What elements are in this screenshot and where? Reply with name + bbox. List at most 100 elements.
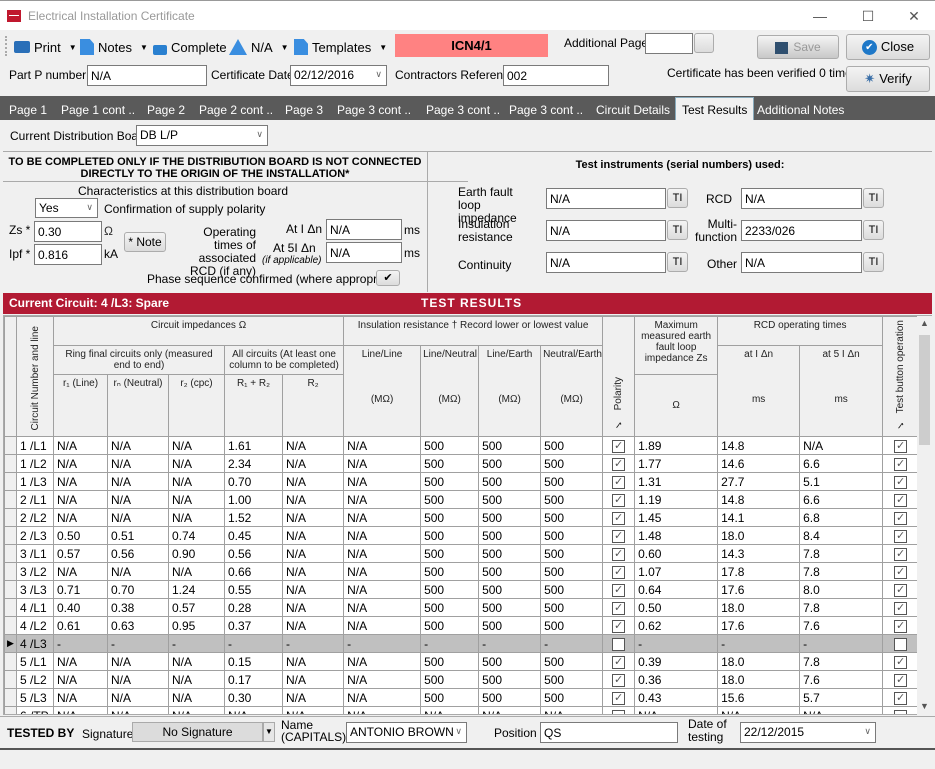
cell-rcd-idn[interactable]: 14.3 bbox=[717, 544, 801, 563]
scrollbar-thumb[interactable] bbox=[919, 335, 930, 445]
name-select[interactable]: ANTONIO BROWN ∨ bbox=[346, 722, 467, 743]
row-selector[interactable] bbox=[4, 562, 17, 581]
cell-r1-plus-r2[interactable]: 1.52 bbox=[224, 508, 283, 527]
cell-r1-plus-r2[interactable]: 0.28 bbox=[224, 598, 283, 617]
row-selector[interactable] bbox=[4, 706, 17, 714]
row-selector[interactable] bbox=[4, 508, 17, 527]
cell-rn[interactable]: 0.51 bbox=[107, 526, 169, 545]
cell-test-button[interactable]: ✓ bbox=[882, 436, 920, 455]
polarity-select[interactable]: Yes ∨ bbox=[35, 198, 98, 218]
cell-polarity[interactable]: ✓ bbox=[602, 652, 636, 671]
multifunction-input[interactable] bbox=[741, 220, 862, 241]
cell-max-zs[interactable]: 0.50 bbox=[634, 598, 719, 617]
cell-r1-plus-r2[interactable]: 2.34 bbox=[224, 454, 283, 473]
cell-neutral-earth[interactable]: - bbox=[540, 634, 604, 653]
cell-rcd-idn[interactable]: 18.0 bbox=[717, 598, 801, 617]
cell-rcd-5idn[interactable]: 7.8 bbox=[799, 652, 884, 671]
cell-r1[interactable]: N/A bbox=[53, 652, 108, 671]
templates-menu[interactable]: Templates ▼ bbox=[294, 38, 387, 56]
cell-polarity[interactable]: ✓ bbox=[602, 580, 636, 599]
tab-page-3-cont-5[interactable]: Page 3 cont .. bbox=[331, 100, 417, 120]
tab-circuit-details[interactable]: Circuit Details bbox=[590, 100, 676, 120]
at-5idn-input[interactable] bbox=[326, 242, 402, 263]
cell-R2[interactable]: N/A bbox=[281, 688, 345, 707]
continuity-input[interactable] bbox=[546, 252, 666, 273]
cell-line-line[interactable]: N/A bbox=[343, 688, 422, 707]
cell-line-line[interactable]: N/A bbox=[343, 544, 422, 563]
cell-max-zs[interactable]: 1.89 bbox=[634, 436, 719, 455]
cell-circuit[interactable]: 1 /L3 bbox=[16, 472, 54, 491]
checkbox[interactable]: ✓ bbox=[894, 529, 908, 543]
cell-max-zs[interactable]: 1.77 bbox=[634, 454, 719, 473]
maximize-button[interactable]: ☐ bbox=[845, 1, 891, 31]
cell-R2[interactable]: N/A bbox=[281, 526, 345, 545]
cell-test-button[interactable]: ✓ bbox=[882, 508, 920, 527]
checkbox[interactable]: ✓ bbox=[612, 475, 626, 489]
cell-line-earth[interactable]: - bbox=[478, 634, 542, 653]
checkbox[interactable]: ✓ bbox=[894, 619, 908, 633]
checkbox[interactable]: ✓ bbox=[612, 583, 626, 597]
checkbox[interactable]: ✓ bbox=[612, 601, 626, 615]
row-selector[interactable] bbox=[4, 688, 17, 707]
checkbox[interactable]: ✓ bbox=[894, 601, 908, 615]
cell-line-earth[interactable]: 500 bbox=[478, 508, 542, 527]
cell-line-earth[interactable]: 500 bbox=[478, 562, 542, 581]
table-row[interactable]: 4 /L1 0.40 0.38 0.57 0.28 N/A N/A 500 500 500 ✓ 0.5… bbox=[4, 598, 920, 617]
checkbox[interactable]: ✓ bbox=[894, 583, 908, 597]
cell-line-earth[interactable]: 500 bbox=[478, 472, 542, 491]
cell-neutral-earth[interactable]: 500 bbox=[540, 688, 604, 707]
cell-r1[interactable]: - bbox=[53, 634, 108, 653]
cell-r1[interactable]: 0.40 bbox=[53, 598, 108, 617]
minimize-button[interactable]: — bbox=[797, 1, 843, 31]
cell-rcd-5idn[interactable]: 7.8 bbox=[799, 598, 884, 617]
cell-test-button[interactable]: ✓ bbox=[882, 598, 920, 617]
cell-r2[interactable]: - bbox=[168, 634, 225, 653]
cell-line-line[interactable]: N/A bbox=[343, 616, 422, 635]
cell-rn[interactable]: N/A bbox=[107, 490, 169, 509]
cell-polarity[interactable]: ✓ bbox=[602, 670, 636, 689]
cell-r1[interactable]: N/A bbox=[53, 508, 108, 527]
rcd-input[interactable] bbox=[741, 188, 862, 209]
col-neutral-earth[interactable]: Neutral/Earth (MΩ) bbox=[540, 345, 604, 437]
cell-test-button[interactable]: ✓ bbox=[882, 652, 920, 671]
cell-rcd-idn[interactable]: 14.8 bbox=[717, 490, 801, 509]
cell-test-button[interactable]: ✓ bbox=[882, 472, 920, 491]
cell-max-zs[interactable]: - bbox=[634, 634, 719, 653]
cell-r1[interactable]: N/A bbox=[53, 562, 108, 581]
col-rcd-5idn[interactable]: at 5 I Δn ms bbox=[799, 345, 884, 437]
complete-button[interactable]: Complete bbox=[153, 38, 227, 56]
cell-circuit[interactable]: 4 /L2 bbox=[16, 616, 54, 635]
cell-rn[interactable]: N/A bbox=[107, 562, 169, 581]
cell-rcd-5idn[interactable]: 7.8 bbox=[799, 562, 884, 581]
cell-line-neutral[interactable]: 500 bbox=[420, 436, 480, 455]
col-r2-cpc[interactable]: r₂ (cpc) bbox=[168, 374, 225, 437]
checkbox[interactable]: ✓ bbox=[612, 493, 626, 507]
cell-neutral-earth[interactable]: 500 bbox=[540, 580, 604, 599]
cell-r1-plus-r2[interactable]: 0.30 bbox=[224, 688, 283, 707]
cell-line-earth[interactable]: 500 bbox=[478, 490, 542, 509]
table-row[interactable]: 1 /L1 N/A N/A N/A 1.61 N/A N/A 500 500 500 ✓ 1.89 14… bbox=[4, 436, 920, 455]
cell-rn[interactable]: N/A bbox=[107, 688, 169, 707]
cell-neutral-earth[interactable]: 500 bbox=[540, 670, 604, 689]
tab-page-2[interactable]: Page 2 bbox=[141, 100, 191, 120]
cell-max-zs[interactable]: 0.62 bbox=[634, 616, 719, 635]
part-p-input[interactable] bbox=[87, 65, 207, 86]
cell-max-zs[interactable]: N/A bbox=[634, 706, 719, 714]
checkbox[interactable] bbox=[894, 709, 908, 714]
col-line-neutral[interactable]: Line/Neutral (MΩ) bbox=[420, 345, 480, 437]
cell-rcd-idn[interactable]: 14.1 bbox=[717, 508, 801, 527]
table-row[interactable]: 1 /L2 N/A N/A N/A 2.34 N/A N/A 500 500 500 ✓ 1.77 14… bbox=[4, 454, 920, 473]
table-row[interactable]: 3 /L1 0.57 0.56 0.90 0.56 N/A N/A 500 500 500 ✓ 0.6… bbox=[4, 544, 920, 563]
cell-R2[interactable]: N/A bbox=[281, 580, 345, 599]
cell-polarity[interactable]: ✓ bbox=[602, 616, 636, 635]
cell-rcd-idn[interactable]: 17.6 bbox=[717, 616, 801, 635]
cell-rcd-5idn[interactable]: 5.1 bbox=[799, 472, 884, 491]
checkbox[interactable]: ✓ bbox=[894, 493, 908, 507]
cell-R2[interactable]: N/A bbox=[281, 544, 345, 563]
table-row[interactable]: 2 /L2 N/A N/A N/A 1.52 N/A N/A 500 500 500 ✓ 1.45 14… bbox=[4, 508, 920, 527]
cell-R2[interactable]: N/A bbox=[281, 598, 345, 617]
cell-line-line[interactable]: N/A bbox=[343, 454, 422, 473]
cell-R2[interactable]: N/A bbox=[281, 706, 345, 714]
cell-r1-plus-r2[interactable]: 0.45 bbox=[224, 526, 283, 545]
cell-max-zs[interactable]: 0.64 bbox=[634, 580, 719, 599]
